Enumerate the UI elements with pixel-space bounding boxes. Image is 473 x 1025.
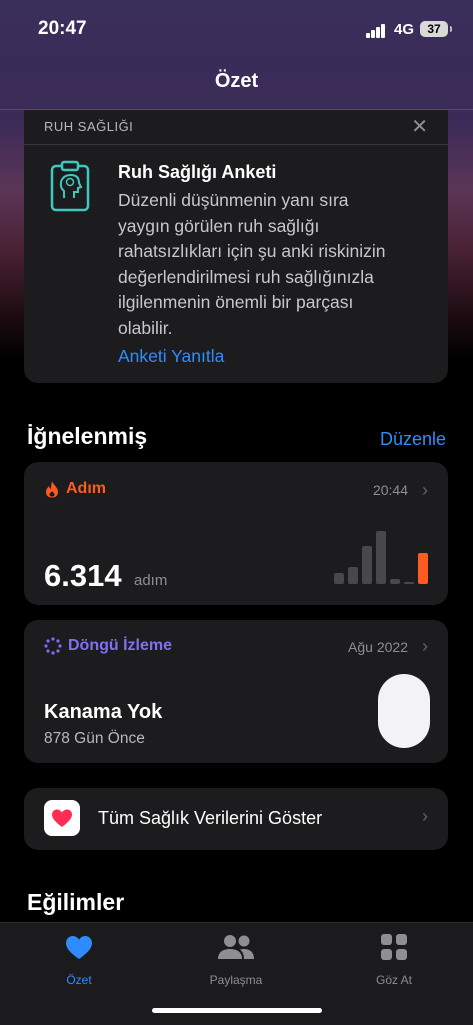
description-line: rahatsızlıkları için şu anki riskinizin: [118, 241, 386, 261]
battery-tip: [450, 26, 452, 32]
description-line: değerlendirilmesi ruh sağlığınızla: [118, 266, 374, 287]
tab-label: Paylaşma: [209, 973, 263, 987]
flame-icon: [46, 481, 58, 498]
health-app-icon: [44, 800, 80, 836]
home-indicator: [152, 1008, 322, 1013]
grid-icon: [381, 934, 407, 960]
signal-icon: [366, 24, 388, 38]
steps-bar: [376, 531, 386, 584]
card-header: RUH SAĞLIĞI: [44, 119, 134, 134]
survey-title: Ruh Sağlığı Anketi: [118, 162, 277, 182]
chevron-right-icon: ›: [422, 480, 428, 500]
show-all-health-data-row[interactable]: Tüm Sağlık Verilerini Göster ›: [24, 788, 448, 850]
mental-health-card[interactable]: RUH SAĞLIĞI ✕ Ruh Sağlığı Anketi Düzenli…: [24, 110, 448, 383]
cycle-days-ago: 878 Gün Önce: [44, 730, 145, 747]
tab-label: Göz At: [375, 973, 413, 987]
tab-summary[interactable]: Özet: [19, 931, 139, 987]
description-line: Düzenli düşünmenin yanı sıra: [118, 190, 349, 210]
description-line: yaygın görülen ruh sağlığı: [118, 215, 320, 236]
status-bar: 20:47 4G 37: [0, 0, 473, 60]
heart-icon: [52, 809, 72, 827]
cycle-tracking-card[interactable]: Döngü İzleme Ağu 2022 › Kanama Yok 878 G…: [24, 620, 448, 763]
tab-sharing[interactable]: Paylaşma: [176, 931, 296, 987]
steps-mini-chart: [334, 522, 434, 584]
steps-bar: [404, 582, 414, 584]
heart-icon: [66, 936, 92, 959]
steps-bar: [390, 579, 400, 584]
battery-icon: 37: [420, 21, 448, 37]
edit-button[interactable]: Düzenle: [380, 429, 446, 450]
cycle-status: Kanama Yok: [44, 701, 163, 723]
steps-bar: [418, 553, 428, 584]
cycle-label: Döngü İzleme: [68, 637, 173, 654]
steps-bar: [334, 573, 344, 584]
cycle-date: Ağu 2022: [348, 639, 408, 655]
status-time: 20:47: [38, 18, 87, 39]
survey-description: Düzenli düşünmenin yanı sıra yaygın görü…: [118, 188, 428, 341]
steps-bar: [348, 567, 358, 584]
trends-section-title: Eğilimler: [27, 889, 125, 915]
chevron-right-icon: ›: [422, 806, 428, 826]
clipboard-head-icon: [50, 160, 90, 212]
steps-label: Adım: [66, 480, 106, 497]
network-type: 4G: [394, 21, 415, 38]
tab-label: Özet: [66, 973, 92, 987]
steps-time: 20:44: [372, 482, 408, 498]
description-line: ilgilenmenin önemli bir parçası: [118, 292, 354, 312]
page-title: Özet: [214, 70, 259, 92]
chevron-right-icon: ›: [422, 636, 428, 656]
steps-card[interactable]: Adım 20:44 › 6.314 adım: [24, 462, 448, 605]
close-icon[interactable]: ✕: [411, 114, 428, 139]
cycle-dots-icon: [44, 637, 62, 655]
pinned-section-title: İğnelenmiş: [27, 423, 148, 449]
show-all-label: Tüm Sağlık Verilerini Göster: [98, 808, 323, 828]
tab-browse[interactable]: Göz At: [334, 931, 454, 987]
answer-survey-link[interactable]: Anketi Yanıtla: [118, 346, 224, 367]
divider: [24, 144, 448, 145]
people-icon: [218, 935, 254, 959]
steps-bar: [362, 546, 372, 584]
steps-value: 6.314: [44, 558, 122, 593]
description-line: olabilir.: [118, 317, 173, 338]
steps-unit: adım: [134, 572, 168, 589]
cycle-pill-graphic: [378, 674, 430, 748]
